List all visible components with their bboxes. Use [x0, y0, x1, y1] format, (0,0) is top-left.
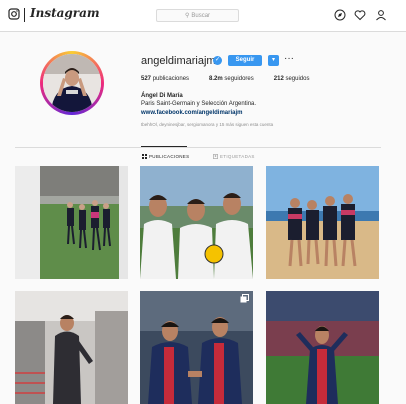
carousel-icon — [240, 294, 249, 303]
followed-by-more[interactable]: y 15 más siguen esta cuenta — [216, 122, 273, 127]
verified-badge-icon: ✓ — [213, 56, 222, 65]
search-input[interactable]: ⚲ Buscar — [156, 9, 239, 22]
followed-by-line: tbehhOl, deyninesjbar, sergiomanora y 15… — [141, 122, 273, 127]
tagged-icon — [213, 154, 218, 159]
post-thumbnail[interactable] — [15, 166, 128, 279]
post-image-training — [15, 166, 128, 279]
followed-by-users[interactable]: tbehhOl, deyninesjbar, sergiomanora — [141, 122, 215, 127]
stat-following[interactable]: 212 seguidos — [274, 76, 310, 82]
active-tab-indicator — [141, 146, 187, 147]
post-thumbnail[interactable] — [15, 291, 128, 404]
stat-following-label: seguidos — [285, 76, 310, 82]
follow-button[interactable]: Seguir — [228, 55, 262, 66]
profile-bio: Paris Saint-Germain y Selección Argentin… — [141, 101, 257, 107]
instagram-wordmark[interactable]: Instagram — [30, 6, 100, 20]
search-icon: ⚲ — [184, 13, 190, 19]
tab-tagged-label: ETIQUETADAS — [220, 154, 255, 159]
compass-icon[interactable] — [334, 9, 346, 21]
top-navigation-bar: Instagram ⚲ Buscar — [0, 0, 406, 32]
post-image-selfie — [140, 166, 253, 279]
profile-full-name: Ángel Di María — [141, 93, 183, 99]
profile-website-link[interactable]: www.facebook.com/angeldimariajm — [141, 110, 242, 116]
post-thumbnail[interactable] — [140, 291, 253, 404]
stat-followers-count: 8.2m — [209, 76, 223, 82]
stat-posts: 527 publicaciones — [141, 76, 189, 82]
post-image-beach — [266, 166, 379, 279]
tab-posts[interactable]: PUBLICACIONES — [142, 154, 189, 159]
tab-posts-label: PUBLICACIONES — [149, 154, 190, 159]
user-icon[interactable] — [375, 9, 387, 21]
avatar[interactable] — [43, 54, 101, 112]
tab-tagged[interactable]: ETIQUETADAS — [213, 154, 255, 159]
profile-username: angeldimariajm — [141, 55, 216, 67]
instagram-camera-icon[interactable] — [8, 8, 20, 20]
post-thumbnail[interactable] — [266, 291, 379, 404]
heart-icon[interactable] — [354, 9, 366, 21]
post-image-stands — [15, 291, 128, 404]
post-thumbnail[interactable] — [140, 166, 253, 279]
logo-divider — [24, 8, 25, 22]
stat-followers[interactable]: 8.2m seguidores — [209, 76, 254, 82]
post-thumbnail[interactable] — [266, 166, 379, 279]
stat-posts-label: publicaciones — [152, 76, 190, 82]
stat-following-count: 212 — [273, 76, 284, 82]
tabs-divider — [15, 147, 381, 148]
profile-stats: 527 publicaciones 8.2m seguidores 212 se… — [141, 76, 309, 82]
suggestions-dropdown-button[interactable]: ▾ — [268, 55, 279, 66]
stat-posts-count: 527 — [141, 76, 152, 82]
post-image-stadium — [266, 291, 379, 404]
grid-icon — [142, 154, 147, 159]
more-options-button[interactable]: ··· — [284, 53, 294, 64]
post-image-match — [140, 291, 253, 404]
stat-followers-label: seguidores — [224, 76, 254, 82]
avatar-photo — [43, 54, 101, 112]
search-placeholder: Buscar — [191, 12, 211, 19]
